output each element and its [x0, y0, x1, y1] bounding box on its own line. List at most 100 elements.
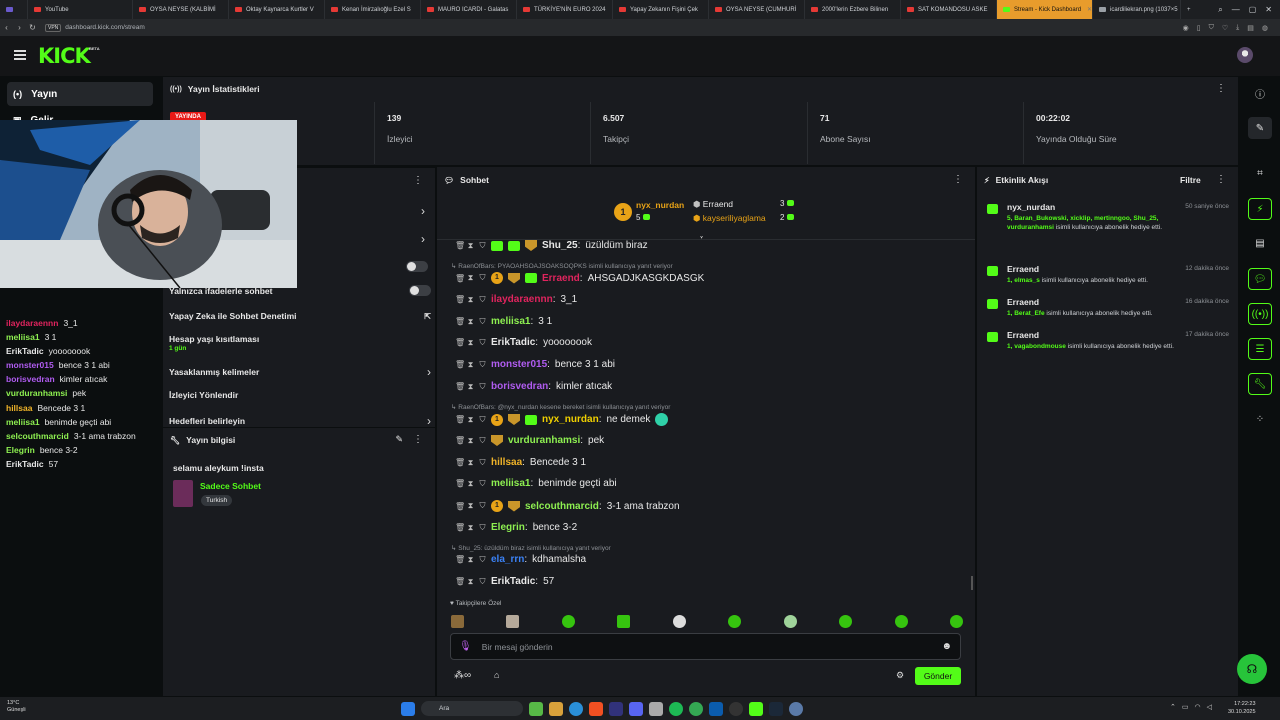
kick-logo[interactable]: KICK: [38, 44, 91, 68]
obs-icon[interactable]: [729, 701, 743, 716]
timeout-icon[interactable]: ⧗: [467, 360, 474, 370]
ban-icon[interactable]: ⛉: [479, 458, 486, 468]
menu-icon[interactable]: [14, 50, 26, 60]
office-icon[interactable]: [589, 701, 603, 716]
scrollbar[interactable]: [971, 576, 973, 590]
ban-icon[interactable]: ⛉: [479, 338, 486, 348]
timeout-icon[interactable]: ⧗: [467, 295, 474, 305]
spotify-icon[interactable]: [669, 701, 683, 716]
chat-username[interactable]: hillsaa: [491, 457, 522, 468]
delete-icon[interactable]: 🗑︎: [455, 360, 465, 369]
timeout-icon[interactable]: ⧗: [467, 317, 474, 327]
emote[interactable]: [655, 413, 669, 426]
feed-recipients[interactable]: 1, vagabondmouse: [1007, 343, 1066, 350]
timeout-icon[interactable]: ⧗: [467, 479, 474, 489]
chat-message[interactable]: 🗑︎ ⧗ ⛉ 1 selcouthmarcid:3-1 ama trabzon: [455, 500, 680, 512]
feed-username[interactable]: Erraend: [1007, 330, 1039, 340]
lightning-icon[interactable]: ⚡︎: [1248, 198, 1272, 220]
edge-icon[interactable]: [569, 701, 583, 716]
toggle-switch[interactable]: [409, 285, 431, 296]
setting-account-age[interactable]: Hesap yaşı kısıtlaması 1 gün: [169, 334, 431, 352]
filter-button[interactable]: Filtre: [1180, 175, 1201, 185]
chat-message[interactable]: 🗑︎ ⧗ ⛉ ela_rrn: kdhamalsha: [455, 554, 586, 565]
taskbar-clock[interactable]: 17:22:23 30.10.2025: [1228, 700, 1256, 716]
kick-app-icon[interactable]: [749, 701, 763, 716]
help-chat-icon[interactable]: ☊: [1237, 654, 1267, 684]
heart-icon[interactable]: ♡: [1222, 24, 1228, 32]
delete-icon[interactable]: 🗑︎: [455, 317, 465, 326]
emote[interactable]: [839, 615, 853, 628]
timeout-icon[interactable]: ⧗: [467, 273, 474, 283]
chat-message[interactable]: 🗑︎ ⧗ ⛉ ErikTadic: yoooooook: [455, 337, 592, 348]
setting-banned-words[interactable]: Yasaklanmış kelimeler ›: [169, 365, 431, 379]
profile-icon[interactable]: ◍: [1262, 24, 1268, 32]
info-icon[interactable]: ⓘ: [1248, 82, 1272, 104]
taskbar-search[interactable]: Ara: [421, 701, 523, 716]
emote[interactable]: [894, 615, 908, 628]
forward-icon[interactable]: ›: [13, 23, 26, 32]
discord-icon[interactable]: [629, 701, 643, 716]
timeout-icon[interactable]: ⧗: [467, 577, 474, 587]
app-icon[interactable]: [649, 701, 663, 716]
delete-icon[interactable]: 🗑︎: [455, 479, 465, 488]
toggle-switch[interactable]: [406, 261, 428, 272]
microphone-icon[interactable]: 🎙︎: [459, 641, 472, 652]
chevron-right-icon[interactable]: ›: [421, 232, 425, 246]
minimize-icon[interactable]: —: [1232, 5, 1240, 15]
delete-icon[interactable]: 🗑︎: [455, 415, 465, 424]
send-button[interactable]: Gönder: [915, 667, 961, 685]
more-options-icon[interactable]: ⋮: [953, 174, 963, 185]
reply-context[interactable]: ↳ RaenOfBars: @nyx_nurdan kesene bereket…: [451, 403, 670, 411]
setting-goals[interactable]: Hedefleri belirleyin ›: [169, 414, 431, 428]
chat-username[interactable]: ela_rrn: [491, 554, 524, 565]
ban-icon[interactable]: ⛉: [479, 523, 486, 533]
chat-message[interactable]: 🗑︎ ⧗ ⛉ hillsaa: Bencede 3 1: [455, 457, 586, 468]
browser-tab[interactable]: OYSA NEYSE (CUMHURİ: [709, 0, 805, 19]
reply-context[interactable]: ↳ RaenOfBars: PYAOAHSOAJSOAKSOQPKS isiml…: [451, 262, 673, 270]
browser-tab[interactable]: Yapay Zekanın Fişini Çek: [613, 0, 709, 19]
back-icon[interactable]: ‹: [0, 23, 13, 32]
ban-icon[interactable]: ⛉: [479, 317, 486, 327]
emote[interactable]: [783, 615, 797, 628]
external-link-icon[interactable]: ⇱: [424, 312, 431, 321]
delete-icon[interactable]: 🗑︎: [455, 523, 465, 532]
leaderboard-first-name[interactable]: nyx_nurdan: [636, 200, 684, 210]
delete-icon[interactable]: 🗑︎: [455, 436, 465, 445]
chat-username[interactable]: ErikTadic: [491, 337, 535, 348]
system-tray[interactable]: ⌃ ▭ ◠ ◁: [1170, 703, 1212, 711]
new-tab-icon[interactable]: +: [1181, 0, 1197, 19]
browser-tab[interactable]: SAT KOMANDOSU ASKE: [901, 0, 997, 19]
chat-message[interactable]: 🗑︎ ⧗ ⛉ ilaydaraennn:3_1: [455, 294, 577, 305]
file-explorer-icon[interactable]: [549, 701, 563, 716]
delete-icon[interactable]: 🗑︎: [455, 502, 465, 511]
ban-icon[interactable]: ⛉: [479, 479, 486, 489]
timeout-icon[interactable]: ⧗: [467, 555, 474, 565]
chat-bubble-icon[interactable]: 💬︎: [1248, 268, 1272, 290]
chat-message[interactable]: 🗑︎ ⧗ ⛉ meliisa1:3 1: [455, 316, 552, 327]
emote[interactable]: [728, 615, 742, 628]
chat-username[interactable]: Elegrin: [491, 522, 525, 533]
emote[interactable]: [506, 615, 520, 628]
chat-username[interactable]: meliisa1: [491, 478, 530, 489]
chat-message[interactable]: 🗑︎ ⧗ ⛉ Elegrin: bence 3-2: [455, 522, 577, 533]
chat-username[interactable]: monster015: [491, 359, 547, 370]
chat-settings-icon[interactable]: ⚙: [896, 670, 904, 681]
more-options-icon[interactable]: ⋮: [1216, 174, 1226, 185]
chat-message-input[interactable]: 🎙︎ Bir mesaj gönderin ☻: [450, 633, 961, 660]
maximize-icon[interactable]: ▢: [1249, 5, 1257, 15]
chat-message[interactable]: 🗑︎ ⧗ ⛉ Shu_25: üzüldüm biraz: [455, 240, 648, 251]
chevron-right-icon[interactable]: ›: [421, 204, 425, 218]
category-thumbnail[interactable]: [173, 480, 193, 507]
timeout-icon[interactable]: ⧗: [467, 338, 474, 348]
chat-username[interactable]: Shu_25: [542, 240, 578, 251]
delete-icon[interactable]: 🗑︎: [455, 555, 465, 564]
edit-icon[interactable]: ✎: [395, 434, 403, 445]
delete-icon[interactable]: 🗑︎: [455, 338, 465, 347]
xbox-icon[interactable]: [529, 701, 543, 716]
browser-tab[interactable]: TÜRKİYE'NİN EURO 2024: [517, 0, 613, 19]
chat-username[interactable]: Erraend: [542, 273, 580, 284]
emote[interactable]: [561, 615, 575, 628]
timeout-icon[interactable]: ⧗: [467, 501, 474, 511]
emoji-icon[interactable]: ☻: [941, 641, 952, 652]
chat-message[interactable]: 🗑︎ ⧗ ⛉ vurduranhamsi: pek: [455, 435, 604, 446]
